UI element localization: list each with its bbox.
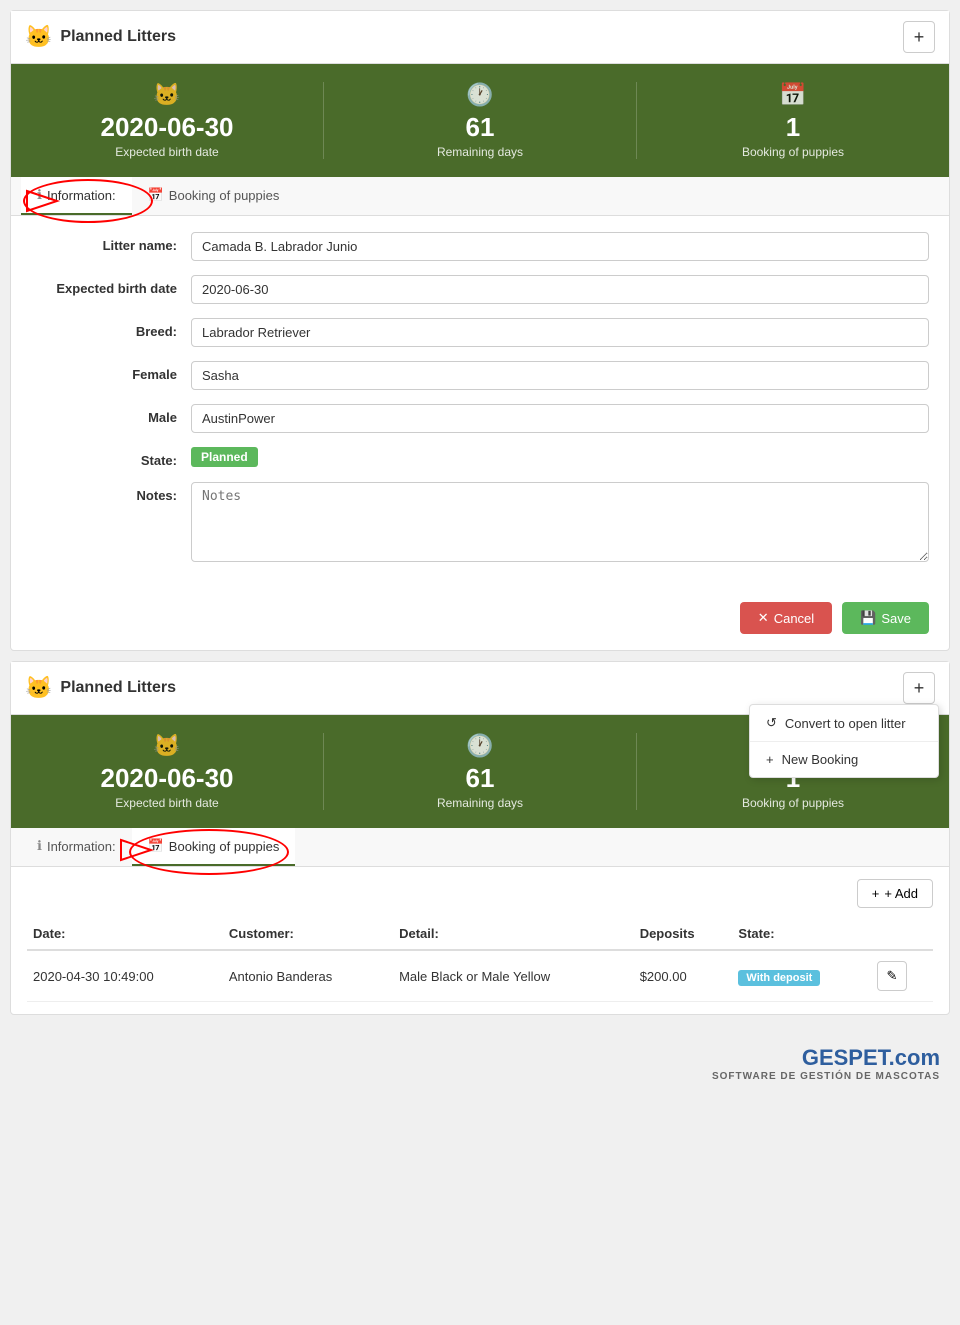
section-title-1: 🐱 Planned Litters bbox=[25, 24, 176, 50]
new-booking-item[interactable]: + New Booking bbox=[750, 742, 938, 777]
bookings-label-1: Booking of puppies bbox=[637, 145, 949, 159]
brand-sub: SOFTWARE DE GESTIÓN DE MASCOTAS bbox=[20, 1071, 940, 1082]
birth-date-value-1: 2020-06-30 bbox=[11, 112, 323, 143]
remaining-days-label-1: Remaining days bbox=[324, 145, 636, 159]
footer-brand: GESPET.com SOFTWARE DE GESTIÓN DE MASCOT… bbox=[0, 1025, 960, 1092]
litter-name-label: Litter name: bbox=[31, 232, 191, 253]
form-row-notes: Notes: bbox=[31, 482, 929, 562]
female-label: Female bbox=[31, 361, 191, 382]
female-input[interactable] bbox=[191, 361, 929, 390]
save-icon: 💾 bbox=[860, 610, 876, 626]
first-section: 🐱 Planned Litters + 🐱 2020-06-30 Expecte… bbox=[10, 10, 950, 651]
notes-label: Notes: bbox=[31, 482, 191, 503]
form-body: Litter name: Expected birth date Breed: … bbox=[11, 216, 949, 592]
stat-birth-date-1: 🐱 2020-06-30 Expected birth date bbox=[11, 82, 324, 159]
form-row-female: Female bbox=[31, 361, 929, 390]
stat-bookings-1: 📅 1 Booking of puppies bbox=[637, 82, 949, 159]
bookings-label-2: Booking of puppies bbox=[637, 796, 949, 810]
remaining-days-value-2: 61 bbox=[324, 763, 636, 794]
booking-body: + + Add Date: Customer: Detail: Deposits… bbox=[11, 867, 949, 1014]
section-title-2: 🐱 Planned Litters bbox=[25, 675, 176, 701]
add-booking-button[interactable]: + + Add bbox=[857, 879, 933, 908]
brand-name: GESPET.com bbox=[802, 1045, 940, 1070]
state-badge: Planned bbox=[191, 447, 258, 467]
save-button[interactable]: 💾 Save bbox=[842, 602, 929, 634]
breed-input[interactable] bbox=[191, 318, 929, 347]
booking-date: 2020-04-30 10:49:00 bbox=[27, 950, 223, 1002]
state-badge-deposit: With deposit bbox=[738, 970, 820, 986]
form-row-breed: Breed: bbox=[31, 318, 929, 347]
booking-detail: Male Black or Male Yellow bbox=[393, 950, 634, 1002]
tab-booking-2[interactable]: 📅 Booking of puppies bbox=[132, 828, 296, 866]
info-icon-2: ℹ bbox=[37, 838, 42, 854]
table-header-row: Date: Customer: Detail: Deposits State: bbox=[27, 918, 933, 950]
litter-name-input[interactable] bbox=[191, 232, 929, 261]
convert-icon: ↺ bbox=[766, 715, 777, 731]
birth-date-label-1: Expected birth date bbox=[11, 145, 323, 159]
col-actions bbox=[871, 918, 933, 950]
remaining-days-label-2: Remaining days bbox=[324, 796, 636, 810]
remaining-days-value-1: 61 bbox=[324, 112, 636, 143]
section-header-1: 🐱 Planned Litters + bbox=[11, 11, 949, 64]
stat-birth-date-2: 🐱 2020-06-30 Expected birth date bbox=[11, 733, 324, 810]
tabs-bar-2: ℹ Information: 📅 Booking of puppies bbox=[11, 828, 949, 867]
cat-icon-2: 🐱 bbox=[25, 675, 52, 701]
birth-date-value-2: 2020-06-30 bbox=[11, 763, 323, 794]
dropdown-menu: ↺ Convert to open litter + New Booking bbox=[749, 704, 939, 778]
cancel-icon: ✕ bbox=[758, 610, 769, 626]
col-date: Date: bbox=[27, 918, 223, 950]
stat-remaining-days-1: 🕐 61 Remaining days bbox=[324, 82, 637, 159]
booking-state: With deposit bbox=[732, 950, 871, 1002]
form-row-birth-date: Expected birth date bbox=[31, 275, 929, 304]
tab-information-1[interactable]: ℹ Information: bbox=[21, 177, 132, 215]
calendar-tab-icon-1: 📅 bbox=[148, 187, 164, 203]
birth-date-label: Expected birth date bbox=[31, 275, 191, 296]
booking-actions: ✎ bbox=[871, 950, 933, 1002]
page-title-2: Planned Litters bbox=[60, 679, 176, 697]
second-section: 🐱 Planned Litters + ↺ Convert to open li… bbox=[10, 661, 950, 1015]
stat-remaining-days-2: 🕐 61 Remaining days bbox=[324, 733, 637, 810]
info-icon-1: ℹ bbox=[37, 187, 42, 203]
birth-date-input[interactable] bbox=[191, 275, 929, 304]
cat-icon-1: 🐱 bbox=[25, 24, 52, 50]
birth-date-label-2: Expected birth date bbox=[11, 796, 323, 810]
booking-customer: Antonio Banderas bbox=[223, 950, 393, 1002]
booking-deposits: $200.00 bbox=[634, 950, 733, 1002]
birth-date-icon-1: 🐱 bbox=[11, 82, 323, 108]
form-row-male: Male bbox=[31, 404, 929, 433]
col-customer: Customer: bbox=[223, 918, 393, 950]
col-state: State: bbox=[732, 918, 871, 950]
col-deposits: Deposits bbox=[634, 918, 733, 950]
tab-booking-1[interactable]: 📅 Booking of puppies bbox=[132, 177, 296, 215]
tabs-bar-1: ℹ Information: 📅 Booking of puppies bbox=[11, 177, 949, 216]
clock-icon-1: 🕐 bbox=[324, 82, 636, 108]
form-actions: ✕ Cancel 💾 Save bbox=[11, 592, 949, 650]
add-litter-button-1[interactable]: + bbox=[903, 21, 935, 53]
bookings-table: Date: Customer: Detail: Deposits State: … bbox=[27, 918, 933, 1002]
new-booking-icon: + bbox=[766, 752, 774, 767]
form-row-state: State: Planned bbox=[31, 447, 929, 468]
bookings-value-1: 1 bbox=[637, 112, 949, 143]
state-label: State: bbox=[31, 447, 191, 468]
edit-booking-button[interactable]: ✎ bbox=[877, 961, 907, 991]
calendar-tab-icon-2: 📅 bbox=[148, 838, 164, 854]
tab-information-2[interactable]: ℹ Information: bbox=[21, 828, 132, 866]
male-input[interactable] bbox=[191, 404, 929, 433]
breed-label: Breed: bbox=[31, 318, 191, 339]
col-detail: Detail: bbox=[393, 918, 634, 950]
calendar-icon-1: 📅 bbox=[637, 82, 949, 108]
add-icon: + bbox=[872, 886, 880, 901]
notes-textarea[interactable] bbox=[191, 482, 929, 562]
add-litter-button-2[interactable]: + bbox=[903, 672, 935, 704]
cancel-button[interactable]: ✕ Cancel bbox=[740, 602, 832, 634]
birth-date-icon-2: 🐱 bbox=[11, 733, 323, 759]
table-row: 2020-04-30 10:49:00 Antonio Banderas Mal… bbox=[27, 950, 933, 1002]
male-label: Male bbox=[31, 404, 191, 425]
page-title-1: Planned Litters bbox=[60, 28, 176, 46]
stats-bar-1: 🐱 2020-06-30 Expected birth date 🕐 61 Re… bbox=[11, 64, 949, 177]
convert-to-open-litter-item[interactable]: ↺ Convert to open litter bbox=[750, 705, 938, 742]
clock-icon-2: 🕐 bbox=[324, 733, 636, 759]
form-row-litter-name: Litter name: bbox=[31, 232, 929, 261]
